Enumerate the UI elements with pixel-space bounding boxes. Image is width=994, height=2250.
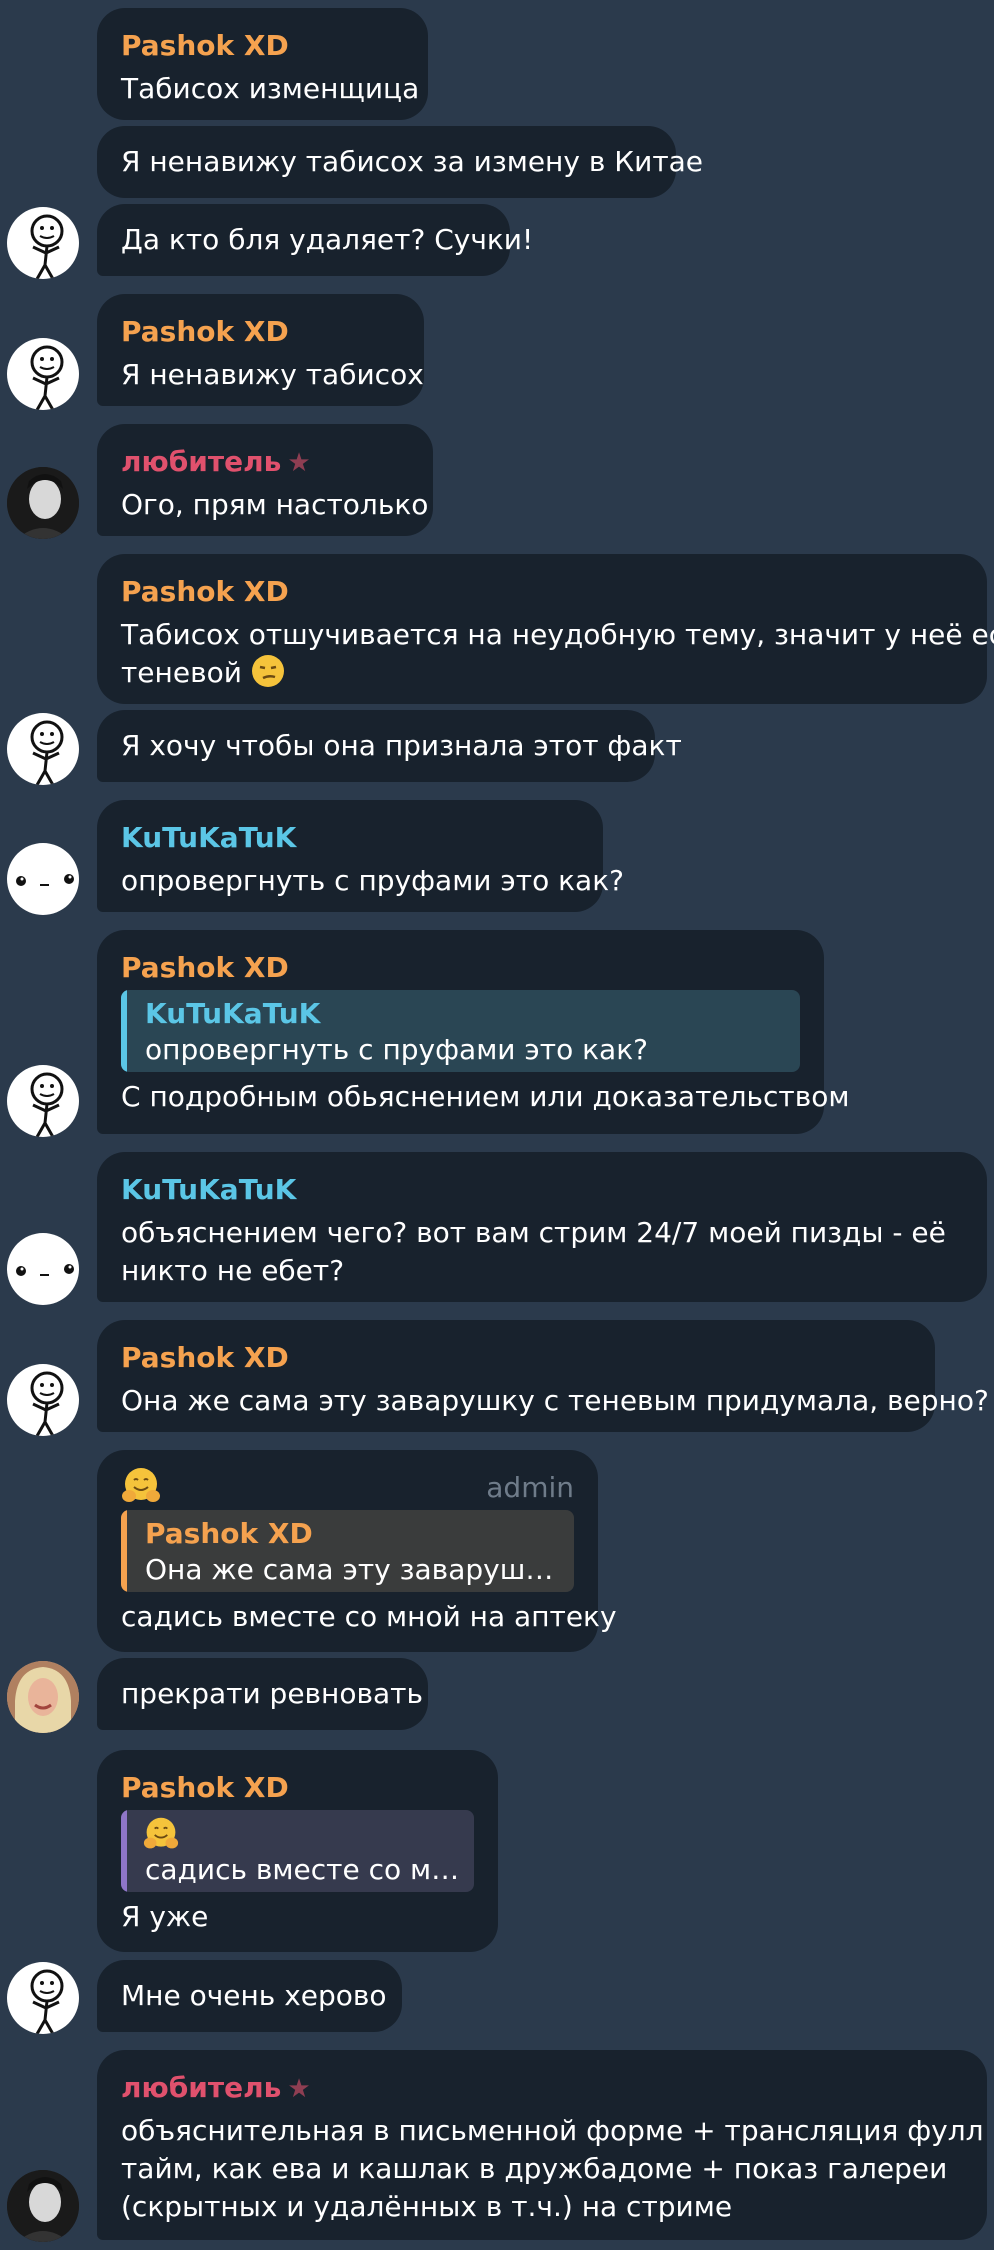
reply-sender: KuTuKaTuK <box>145 997 321 1030</box>
person-photo-icon <box>7 2170 79 2242</box>
message-text: Я хочу чтобы она признала этот факт <box>121 729 682 762</box>
face-icon <box>16 1264 74 1276</box>
quote-bar <box>121 1510 127 1592</box>
quote-bar <box>121 1810 127 1892</box>
message-text: прекрати ревновать <box>121 1677 423 1710</box>
sender-name[interactable]: любитель ★ <box>121 446 311 479</box>
sender-name[interactable]: любитель ★ <box>121 2072 311 2105</box>
avatar[interactable] <box>7 713 79 785</box>
stickman-icon <box>30 1072 64 1137</box>
message-text: объяснительная в письменной форме + тран… <box>121 2114 984 2147</box>
avatar[interactable] <box>7 467 79 539</box>
message-bubble[interactable]: любитель ★ объяснительная в письменной фо… <box>97 2050 987 2240</box>
reply-sender: Pashok XD <box>145 1517 313 1550</box>
message-text: садись вместе со мной на аптеку <box>121 1600 617 1633</box>
reply-quote[interactable]: садись вместе со мн... <box>121 1810 474 1892</box>
message-bubble[interactable]: Pashok XD Табисох отшучивается на неудоб… <box>97 554 994 704</box>
message-text: опровергнуть с пруфами это как? <box>121 864 624 897</box>
message-text: С подробным обьяснением или доказательст… <box>121 1080 850 1113</box>
message-bubble[interactable]: Pashok XD садись вместе со мн... Я уже <box>97 1750 498 1952</box>
message-bubble[interactable]: Я ненавижу табисох за измену в Китае <box>97 126 703 198</box>
message-text: объяснением чего? вот вам стрим 24/7 мое… <box>121 1216 946 1249</box>
message-bubble[interactable]: Pashok XD Табисох изменщица <box>97 8 428 120</box>
message-bubble[interactable]: Да кто бля удаляет? Сучки! <box>97 204 533 276</box>
message-bubble[interactable]: любитель ★ Ого, прям настолько <box>97 424 433 536</box>
reply-text: садись вместе со мн... <box>145 1853 460 1886</box>
avatar[interactable] <box>7 338 79 410</box>
stickman-icon <box>30 720 64 785</box>
message-text: Ого, прям настолько <box>121 488 429 521</box>
avatar[interactable] <box>7 1364 79 1436</box>
admin-badge: admin <box>486 1471 574 1504</box>
hugging-emoji-icon <box>121 1466 161 1510</box>
reply-text: Она же сама эту заварушку с... <box>145 1553 560 1586</box>
avatar[interactable] <box>7 1661 79 1733</box>
message-bubble[interactable]: admin Pashok XD Она же сама эту заварушк… <box>97 1450 617 1652</box>
message-bubble[interactable]: Pashok XD Она же сама эту заварушку с те… <box>97 1320 989 1432</box>
sender-name-text: любитель <box>121 2071 282 2104</box>
message-text: никто не ебет? <box>121 1254 345 1287</box>
message-text: Я уже <box>121 1900 209 1933</box>
reply-quote[interactable]: Pashok XD Она же сама эту заварушку с... <box>121 1510 574 1592</box>
star-icon: ★ <box>287 2074 311 2104</box>
sender-name[interactable]: Pashok XD <box>121 1772 289 1804</box>
message-text: (скрытных и удалённых в т.ч.) на стриме <box>121 2190 733 2223</box>
avatar[interactable] <box>7 1962 79 2034</box>
stickman-icon <box>30 1969 64 2034</box>
message-bubble[interactable]: Я хочу чтобы она признала этот факт <box>97 710 682 782</box>
message-text: Она же сама эту заварушку с теневым прид… <box>121 1384 989 1417</box>
hugging-emoji-icon <box>143 1816 179 1856</box>
stickman-icon <box>30 345 64 410</box>
person-photo-icon <box>7 467 79 539</box>
message-text: Да кто бля удаляет? Сучки! <box>121 223 534 256</box>
face-icon <box>16 874 74 886</box>
sender-name[interactable]: Pashok XD <box>121 1342 289 1374</box>
sender-name[interactable]: Pashok XD <box>121 30 289 62</box>
stickman-icon <box>30 1371 64 1436</box>
star-icon: ★ <box>287 448 311 478</box>
avatar[interactable] <box>7 1065 79 1137</box>
message-text: Я ненавижу табисох за измену в Китае <box>121 145 704 178</box>
message-bubble[interactable]: KuTuKaTuK опровергнуть с пруфами это как… <box>97 800 624 912</box>
avatar[interactable] <box>7 2170 79 2242</box>
stickman-icon <box>30 214 64 279</box>
sender-name[interactable]: Pashok XD <box>121 952 289 984</box>
message-text: тайм, как ева и кашлак в дружбадоме + по… <box>121 2152 948 2185</box>
sender-name[interactable]: KuTuKaTuK <box>121 1174 296 1206</box>
message-text: Табисох изменщица <box>121 72 420 105</box>
message-text: Я ненавижу табисох <box>121 358 424 391</box>
sender-name[interactable]: Pashok XD <box>121 576 289 608</box>
sender-name[interactable]: Pashok XD <box>121 316 289 348</box>
reply-quote[interactable]: KuTuKaTuK опровергнуть с пруфами это как… <box>121 990 800 1072</box>
reply-text: опровергнуть с пруфами это как? <box>145 1033 648 1066</box>
sender-name-text: любитель <box>121 445 282 478</box>
message-text: Мне очень херово <box>121 1979 387 2012</box>
person-photo-icon <box>7 1661 79 1733</box>
quote-bar <box>121 990 127 1072</box>
avatar[interactable] <box>7 1233 79 1305</box>
message-text: теневой <box>121 654 285 692</box>
message-bubble[interactable]: Pashok XD Я ненавижу табисох <box>97 294 424 406</box>
avatar[interactable] <box>7 843 79 915</box>
message-bubble[interactable]: Мне очень херово <box>97 1960 402 2032</box>
message-bubble[interactable]: Pashok XD KuTuKaTuK опровергнуть с пруфа… <box>97 930 849 1134</box>
avatar[interactable] <box>7 207 79 279</box>
message-text: Табисох отшучивается на неудобную тему, … <box>121 618 994 651</box>
message-bubble[interactable]: KuTuKaTuK объяснением чего? вот вам стри… <box>97 1152 987 1302</box>
message-text-part: теневой <box>121 656 242 689</box>
message-bubble[interactable]: прекрати ревновать <box>97 1658 428 1730</box>
smirk-emoji-icon <box>251 654 285 692</box>
sender-name[interactable]: KuTuKaTuK <box>121 822 296 854</box>
